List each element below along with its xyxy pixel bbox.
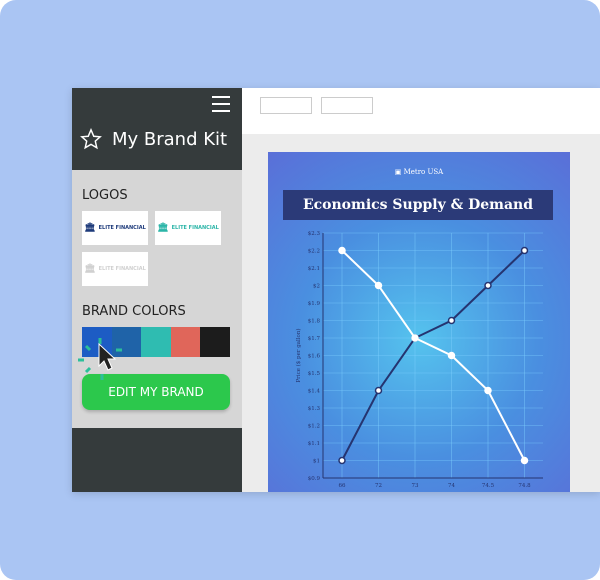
brand-kit-title: My Brand Kit	[80, 128, 227, 150]
y-tick-label: $0.9	[308, 476, 321, 482]
x-tick-label: 74.5	[482, 483, 495, 489]
logo-text: ELITE FINANCIAL	[171, 225, 219, 231]
data-point	[338, 456, 346, 465]
logos-heading: LOGOS	[82, 188, 128, 203]
y-tick-label: $1.1	[308, 441, 320, 447]
logo-text: ELITE FINANCIAL	[98, 266, 146, 272]
toolbar-field-1[interactable]	[260, 97, 312, 114]
y-tick-label: $1.8	[308, 319, 321, 325]
x-tick-label: 73	[412, 483, 419, 489]
edit-my-brand-button[interactable]: EDIT MY BRAND	[82, 374, 230, 410]
y-tick-label: $1	[313, 459, 320, 465]
y-axis-label: Price ($ per gallon)	[295, 328, 302, 382]
hamburger-menu-icon[interactable]	[212, 96, 230, 112]
sidebar: My Brand Kit LOGOS 🏛 ELITE FINANCIAL 🏛 ELIT…	[72, 88, 242, 492]
color-swatch[interactable]	[141, 327, 171, 357]
line-chart: $0.9 $1 $1.1 $1.2 $1.3 $1.4 $1.5 $1.6 $1.7 $1.8 $1…	[295, 231, 543, 489]
brand-colors-heading: BRAND COLORS	[82, 304, 186, 319]
bank-icon: 🏛	[84, 223, 96, 233]
star-icon	[80, 128, 102, 150]
data-point	[484, 386, 492, 395]
y-tick-label: $1.7	[308, 336, 321, 342]
app-window: My Brand Kit LOGOS 🏛 ELITE FINANCIAL 🏛 ELIT…	[72, 88, 600, 492]
sidebar-header: My Brand Kit	[72, 88, 242, 170]
data-point	[374, 386, 383, 395]
y-tick-label: $1.9	[308, 301, 321, 307]
y-tick-label: $1.6	[308, 354, 321, 360]
x-tick-label: 72	[375, 483, 382, 489]
color-swatch[interactable]	[82, 327, 112, 357]
y-tick-label: $1.5	[308, 371, 321, 377]
toolbar-field-2[interactable]	[321, 97, 373, 114]
x-tick-label: 74	[448, 483, 455, 489]
data-point	[411, 334, 419, 342]
color-swatch[interactable]	[111, 327, 142, 357]
sidebar-body: LOGOS 🏛 ELITE FINANCIAL 🏛 ELITE FINANCIAL 🏛 E…	[72, 170, 242, 428]
data-point	[484, 281, 492, 290]
y-tick-label: $2.2	[308, 249, 320, 255]
bank-icon: 🏛	[157, 223, 169, 233]
y-tick-label: $2.3	[308, 231, 321, 237]
color-swatches	[82, 327, 230, 357]
color-swatch[interactable]	[200, 327, 230, 357]
data-point	[374, 281, 383, 290]
brand-kit-label: My Brand Kit	[112, 128, 228, 150]
logo-tile[interactable]: 🏛 ELITE FINANCIAL	[155, 211, 221, 245]
data-point	[338, 246, 346, 255]
data-point	[447, 351, 456, 360]
y-tick-label: $2	[313, 284, 320, 290]
logo-list: 🏛 ELITE FINANCIAL 🏛 ELITE FINANCIAL 🏛 ELITE F…	[82, 211, 232, 286]
logo-text: ELITE FINANCIAL	[98, 225, 146, 231]
data-point	[520, 246, 529, 255]
data-point	[520, 456, 529, 465]
y-tick-label: $1.4	[308, 389, 321, 395]
y-tick-label: $1.2	[308, 424, 320, 430]
x-tick-label: 66	[339, 483, 346, 489]
toolbar	[242, 88, 600, 134]
poster-canvas[interactable]: ▣ Metro USA Economics Supply & Demand $0…	[268, 152, 570, 492]
logo-tile[interactable]: 🏛 ELITE FINANCIAL	[82, 252, 148, 286]
color-swatch[interactable]	[170, 327, 201, 357]
x-tick-label: 74.8	[518, 483, 531, 489]
y-tick-label: $1.3	[308, 406, 321, 412]
logo-tile[interactable]: 🏛 ELITE FINANCIAL	[82, 211, 148, 245]
bank-icon: 🏛	[84, 264, 96, 274]
y-tick-label: $2.1	[308, 266, 320, 272]
data-point	[447, 316, 456, 325]
